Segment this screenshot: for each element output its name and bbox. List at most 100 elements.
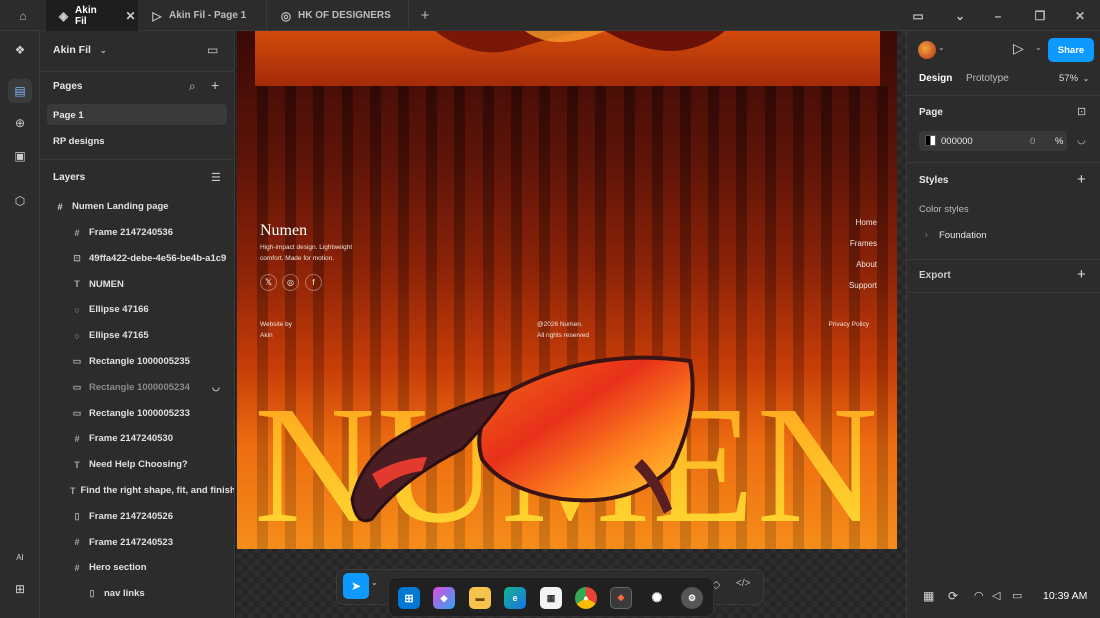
- layer-label: nav links: [104, 588, 145, 600]
- edge-icon[interactable]: e: [504, 587, 526, 609]
- layer-label: Ellipse 47166: [89, 304, 149, 316]
- new-tab-button[interactable]: +: [414, 0, 436, 31]
- layer-row[interactable]: # Frame 2147240536: [40, 220, 234, 245]
- visibility-toggle[interactable]: ◡: [1077, 135, 1086, 146]
- divider: [40, 71, 234, 72]
- settings-gear-icon[interactable]: ⚙: [681, 587, 703, 609]
- chrome-icon[interactable]: ●: [575, 587, 597, 609]
- page-item-rp-designs[interactable]: RP designs: [53, 136, 105, 147]
- tabs-dropdown-button[interactable]: ⌄: [948, 0, 972, 31]
- numen-landing-frame[interactable]: Numen High-impact design. Lightweight co…: [237, 31, 897, 549]
- minimize-button[interactable]: –: [986, 0, 1010, 31]
- figma-icon[interactable]: ❖: [610, 587, 632, 609]
- file-panel-button[interactable]: ▤: [8, 79, 32, 103]
- autolayout-icon: ▯: [89, 588, 95, 599]
- tab-design[interactable]: Design: [919, 73, 952, 84]
- layer-row[interactable]: # Frame 2147240523: [40, 530, 234, 555]
- layer-row[interactable]: ○ Ellipse 47166: [40, 297, 234, 322]
- file-name-button[interactable]: Akin Fil ⌄: [53, 44, 107, 56]
- eye-closed-icon[interactable]: ◡: [212, 382, 220, 393]
- rectangle-icon: ▭: [72, 356, 82, 366]
- layer-root[interactable]: # Numen Landing page: [40, 194, 234, 219]
- tab-akin-fil[interactable]: ◈ Akin Fil ✕: [46, 0, 138, 31]
- divider: [907, 95, 1100, 96]
- website-by-label: Website by: [260, 321, 293, 328]
- tab-prototype[interactable]: Prototype: [966, 73, 1009, 84]
- layers-options-button[interactable]: ☰: [211, 171, 221, 184]
- nav-home[interactable]: Home: [856, 218, 877, 227]
- copyright: @2026 Numen.: [537, 321, 583, 328]
- qr-icon[interactable]: ▦: [923, 589, 934, 603]
- layer-row[interactable]: ▭ Rectangle 1000005234 ◡: [40, 375, 234, 400]
- foundation-style-group[interactable]: Foundation: [939, 230, 987, 241]
- tab-akin-fil-page-1[interactable]: ▷ Akin Fil - Page 1: [139, 0, 267, 31]
- color-swatch[interactable]: [925, 135, 936, 146]
- close-window-button[interactable]: ✕: [1068, 0, 1092, 31]
- sidebar-toggle-button[interactable]: ▭: [906, 0, 930, 31]
- nav-support[interactable]: Support: [849, 281, 877, 290]
- layer-row[interactable]: # Hero section: [40, 555, 234, 580]
- layer-row[interactable]: T NUMEN: [40, 272, 234, 297]
- home-button[interactable]: ⌂: [0, 0, 46, 31]
- add-export-button[interactable]: +: [1077, 266, 1086, 283]
- layer-row[interactable]: ▯ Frame 2147240526: [40, 504, 234, 529]
- refresh-icon[interactable]: ⟳: [948, 589, 958, 603]
- nav-about[interactable]: About: [856, 260, 877, 269]
- sidebar-collapse-button[interactable]: ▭: [207, 43, 218, 57]
- chatgpt-icon[interactable]: ✺: [646, 587, 668, 609]
- tool-options-chevron[interactable]: ⌄: [371, 578, 378, 587]
- page-color-hex[interactable]: 000000: [941, 136, 973, 147]
- tab-hk-of-designers[interactable]: ◎ HK OF DESIGNERS: [268, 0, 409, 31]
- dev-mode-button[interactable]: ⬡: [8, 189, 32, 213]
- add-page-button[interactable]: +: [211, 77, 219, 93]
- page-style-button[interactable]: ⊡: [1077, 105, 1086, 118]
- layer-row[interactable]: ○ Ellipse 47165: [40, 323, 234, 348]
- close-icon[interactable]: ✕: [123, 9, 138, 23]
- share-button[interactable]: Share: [1048, 38, 1094, 62]
- tagline: High-impact design. Lightweight: [260, 244, 353, 251]
- plus-icon: +: [211, 77, 220, 93]
- ai-button[interactable]: AI: [8, 545, 32, 569]
- store-icon[interactable]: ▦: [540, 587, 562, 609]
- main-menu-button[interactable]: ❖: [8, 38, 32, 62]
- battery-icon[interactable]: ▭: [1012, 589, 1022, 602]
- search-pages-button[interactable]: ⌕: [189, 79, 196, 94]
- present-button[interactable]: ▷: [1013, 40, 1024, 57]
- zoom-value: 57%: [1059, 73, 1079, 84]
- copilot-icon[interactable]: ◆: [433, 587, 455, 609]
- frame-icon: #: [74, 537, 80, 548]
- instagram-icon[interactable]: ◎: [282, 274, 299, 291]
- help-button[interactable]: ⊞: [8, 577, 32, 601]
- windows-start-icon[interactable]: ⊞: [398, 587, 420, 609]
- layer-row[interactable]: # Frame 2147240530: [40, 426, 234, 451]
- layer-row[interactable]: ▭ Rectangle 1000005235: [40, 349, 234, 374]
- x-social-icon[interactable]: 𝕏: [260, 274, 277, 291]
- nav-frames[interactable]: Frames: [850, 239, 877, 248]
- plugins-button[interactable]: ▣: [8, 144, 32, 168]
- volume-icon[interactable]: ◁: [992, 589, 1000, 602]
- layer-row[interactable]: ⊡ 49ffa422-debe-4e56-be4b-a1c9: [40, 246, 234, 271]
- layer-row[interactable]: ▭ Rectangle 1000005233: [40, 401, 234, 426]
- clock[interactable]: 10:39 AM: [1043, 590, 1087, 602]
- avatar[interactable]: [918, 41, 936, 59]
- figma-logo-icon: ❖: [14, 43, 26, 57]
- code-button[interactable]: </>: [736, 578, 750, 589]
- restore-button[interactable]: ❐: [1028, 0, 1052, 31]
- layer-row[interactable]: T Find the right shape, fit, and finish: [40, 478, 234, 503]
- canvas[interactable]: Numen High-impact design. Lightweight co…: [236, 31, 906, 618]
- add-style-button[interactable]: +: [1077, 171, 1086, 188]
- facebook-icon[interactable]: f: [305, 274, 322, 291]
- zoom-dropdown[interactable]: 57% ⌄: [1059, 73, 1089, 84]
- move-tool-button[interactable]: ➤: [343, 573, 369, 599]
- figma-file-icon: ◈: [58, 8, 69, 23]
- chevron-right-icon[interactable]: ›: [925, 230, 928, 239]
- layer-row[interactable]: ▯ nav links: [40, 581, 234, 606]
- chevron-down-icon[interactable]: ⌄: [938, 43, 945, 52]
- wifi-icon[interactable]: ◠: [974, 589, 984, 602]
- layer-row[interactable]: T Need Help Choosing?: [40, 452, 234, 477]
- assets-button[interactable]: ⊕: [8, 111, 32, 135]
- present-options[interactable]: ⌄: [1035, 43, 1042, 52]
- page-opacity[interactable]: 0: [1030, 136, 1035, 147]
- file-explorer-icon[interactable]: ▬: [469, 587, 491, 609]
- privacy-policy-link[interactable]: Privacy Policy: [829, 321, 869, 328]
